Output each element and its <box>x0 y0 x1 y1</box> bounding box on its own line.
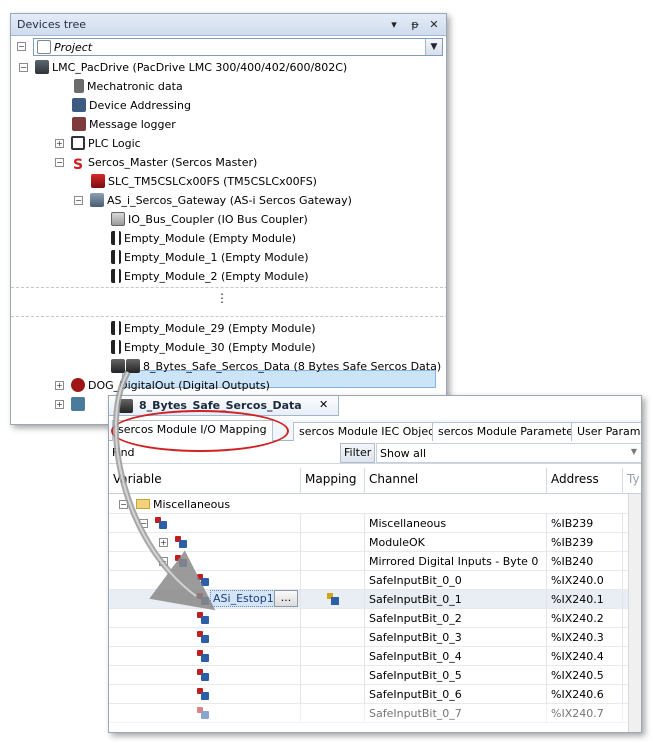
annotation-arrow <box>112 370 216 611</box>
